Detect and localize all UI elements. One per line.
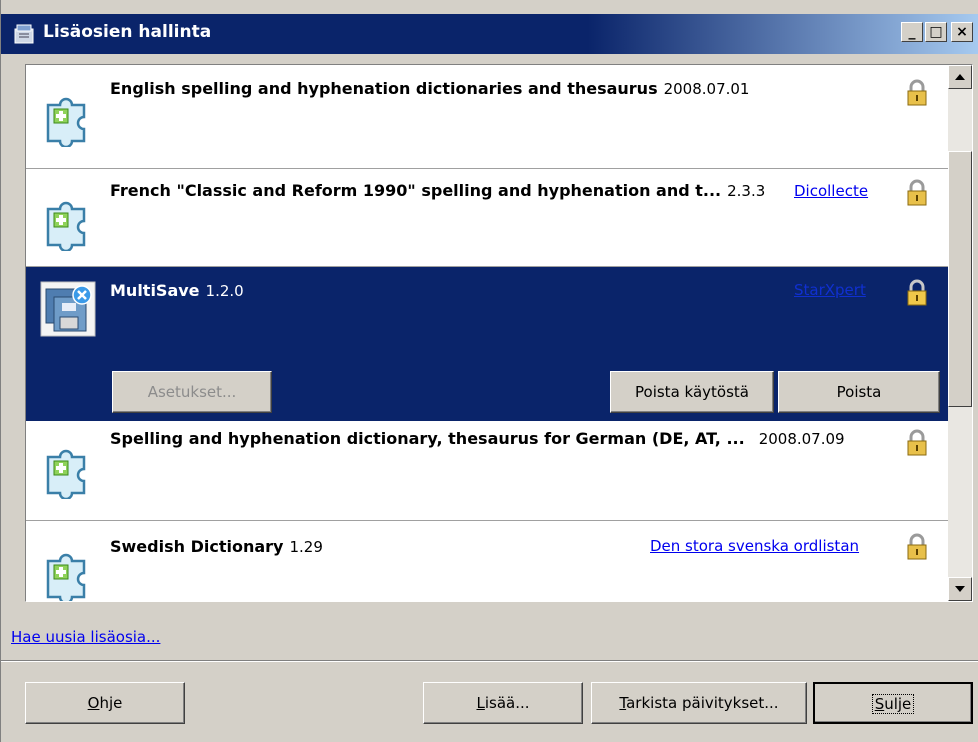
maximize-button[interactable]: □ xyxy=(925,22,947,42)
addon-name: English spelling and hyphenation diction… xyxy=(110,79,658,98)
get-more-addons-link[interactable]: Hae uusia lisäosia... xyxy=(11,628,160,646)
addon-title: Spelling and hyphenation dictionary, the… xyxy=(110,429,845,448)
close-mnemonic: S xyxy=(874,695,885,713)
addon-title: French "Classic and Reform 1990" spellin… xyxy=(110,181,765,200)
extension-manager-window: Lisäosien hallinta _ □ × English spellin… xyxy=(0,0,978,742)
addon-disable-button[interactable]: Poista käytöstä xyxy=(610,371,774,413)
help-mnemonic: O xyxy=(87,694,100,712)
puzzle-icon xyxy=(46,201,86,251)
check-updates-button[interactable]: Tarkista päivitykset... xyxy=(591,682,807,724)
close-button[interactable]: Sulje xyxy=(813,682,973,724)
lock-icon xyxy=(907,179,927,206)
footer-separator xyxy=(1,660,978,662)
addon-item-multisave[interactable]: MultiSave 1.2.0 StarXpert Asetukset... Po… xyxy=(26,267,948,421)
puzzle-icon xyxy=(46,553,86,601)
addon-item-swedish[interactable]: Swedish Dictionary 1.29 Den stora svenska… xyxy=(26,521,948,601)
addon-title: MultiSave 1.2.0 xyxy=(110,281,244,300)
addon-version: 2008.07.09 xyxy=(758,430,845,448)
addon-homepage-link[interactable]: Den stora svenska ordlistan xyxy=(650,537,859,555)
addon-name: Swedish Dictionary xyxy=(110,537,284,556)
window-title: Lisäosien hallinta xyxy=(43,22,212,42)
puzzle-icon xyxy=(46,97,86,147)
addon-title: English spelling and hyphenation diction… xyxy=(110,79,749,98)
scroll-thumb[interactable] xyxy=(948,151,972,407)
lock-icon xyxy=(907,279,927,306)
close-focus: Sulje xyxy=(871,694,915,714)
addon-item-german[interactable]: Spelling and hyphenation dictionary, the… xyxy=(26,421,948,521)
app-icon xyxy=(14,24,34,44)
addon-version: 1.2.0 xyxy=(205,282,244,300)
scroll-down-button[interactable] xyxy=(948,577,972,601)
lock-icon xyxy=(907,79,927,106)
scroll-up-button[interactable] xyxy=(948,65,972,89)
addon-remove-button[interactable]: Poista xyxy=(778,371,940,413)
list-scrollbar[interactable] xyxy=(948,65,972,601)
multisave-icon xyxy=(40,281,96,337)
add-label: isää... xyxy=(484,694,530,712)
addon-version: 2008.07.01 xyxy=(663,80,750,98)
addon-title: Swedish Dictionary 1.29 xyxy=(110,537,323,556)
addon-item-english[interactable]: English spelling and hyphenation diction… xyxy=(26,65,948,169)
addon-name: French "Classic and Reform 1990" spellin… xyxy=(110,181,722,200)
close-window-button[interactable]: × xyxy=(951,22,973,42)
arrow-up-icon xyxy=(955,74,965,80)
add-button[interactable]: Lisää... xyxy=(423,682,583,724)
puzzle-icon xyxy=(46,449,86,499)
addon-name: MultiSave xyxy=(110,281,200,300)
help-label: hje xyxy=(99,694,123,712)
addon-options-button[interactable]: Asetukset... xyxy=(112,371,272,413)
help-button[interactable]: Ohje xyxy=(25,682,185,724)
addon-version: 1.29 xyxy=(289,538,323,556)
add-mnemonic: L xyxy=(476,694,485,712)
arrow-down-icon xyxy=(955,586,965,592)
minimize-button[interactable]: _ xyxy=(901,22,923,42)
addon-version: 2.3.3 xyxy=(727,182,766,200)
addon-list[interactable]: English spelling and hyphenation diction… xyxy=(25,64,973,602)
title-bar[interactable]: Lisäosien hallinta _ □ × xyxy=(1,14,978,54)
lock-icon xyxy=(907,533,927,560)
addon-name: Spelling and hyphenation dictionary, the… xyxy=(110,429,745,448)
addon-item-french[interactable]: French "Classic and Reform 1990" spellin… xyxy=(26,169,948,267)
lock-icon xyxy=(907,429,927,456)
addon-homepage-link[interactable]: StarXpert xyxy=(794,281,866,299)
check-updates-label: arkista päivitykset... xyxy=(626,694,779,712)
addon-homepage-link[interactable]: Dicollecte xyxy=(794,182,868,200)
close-label: ulje xyxy=(884,695,912,713)
